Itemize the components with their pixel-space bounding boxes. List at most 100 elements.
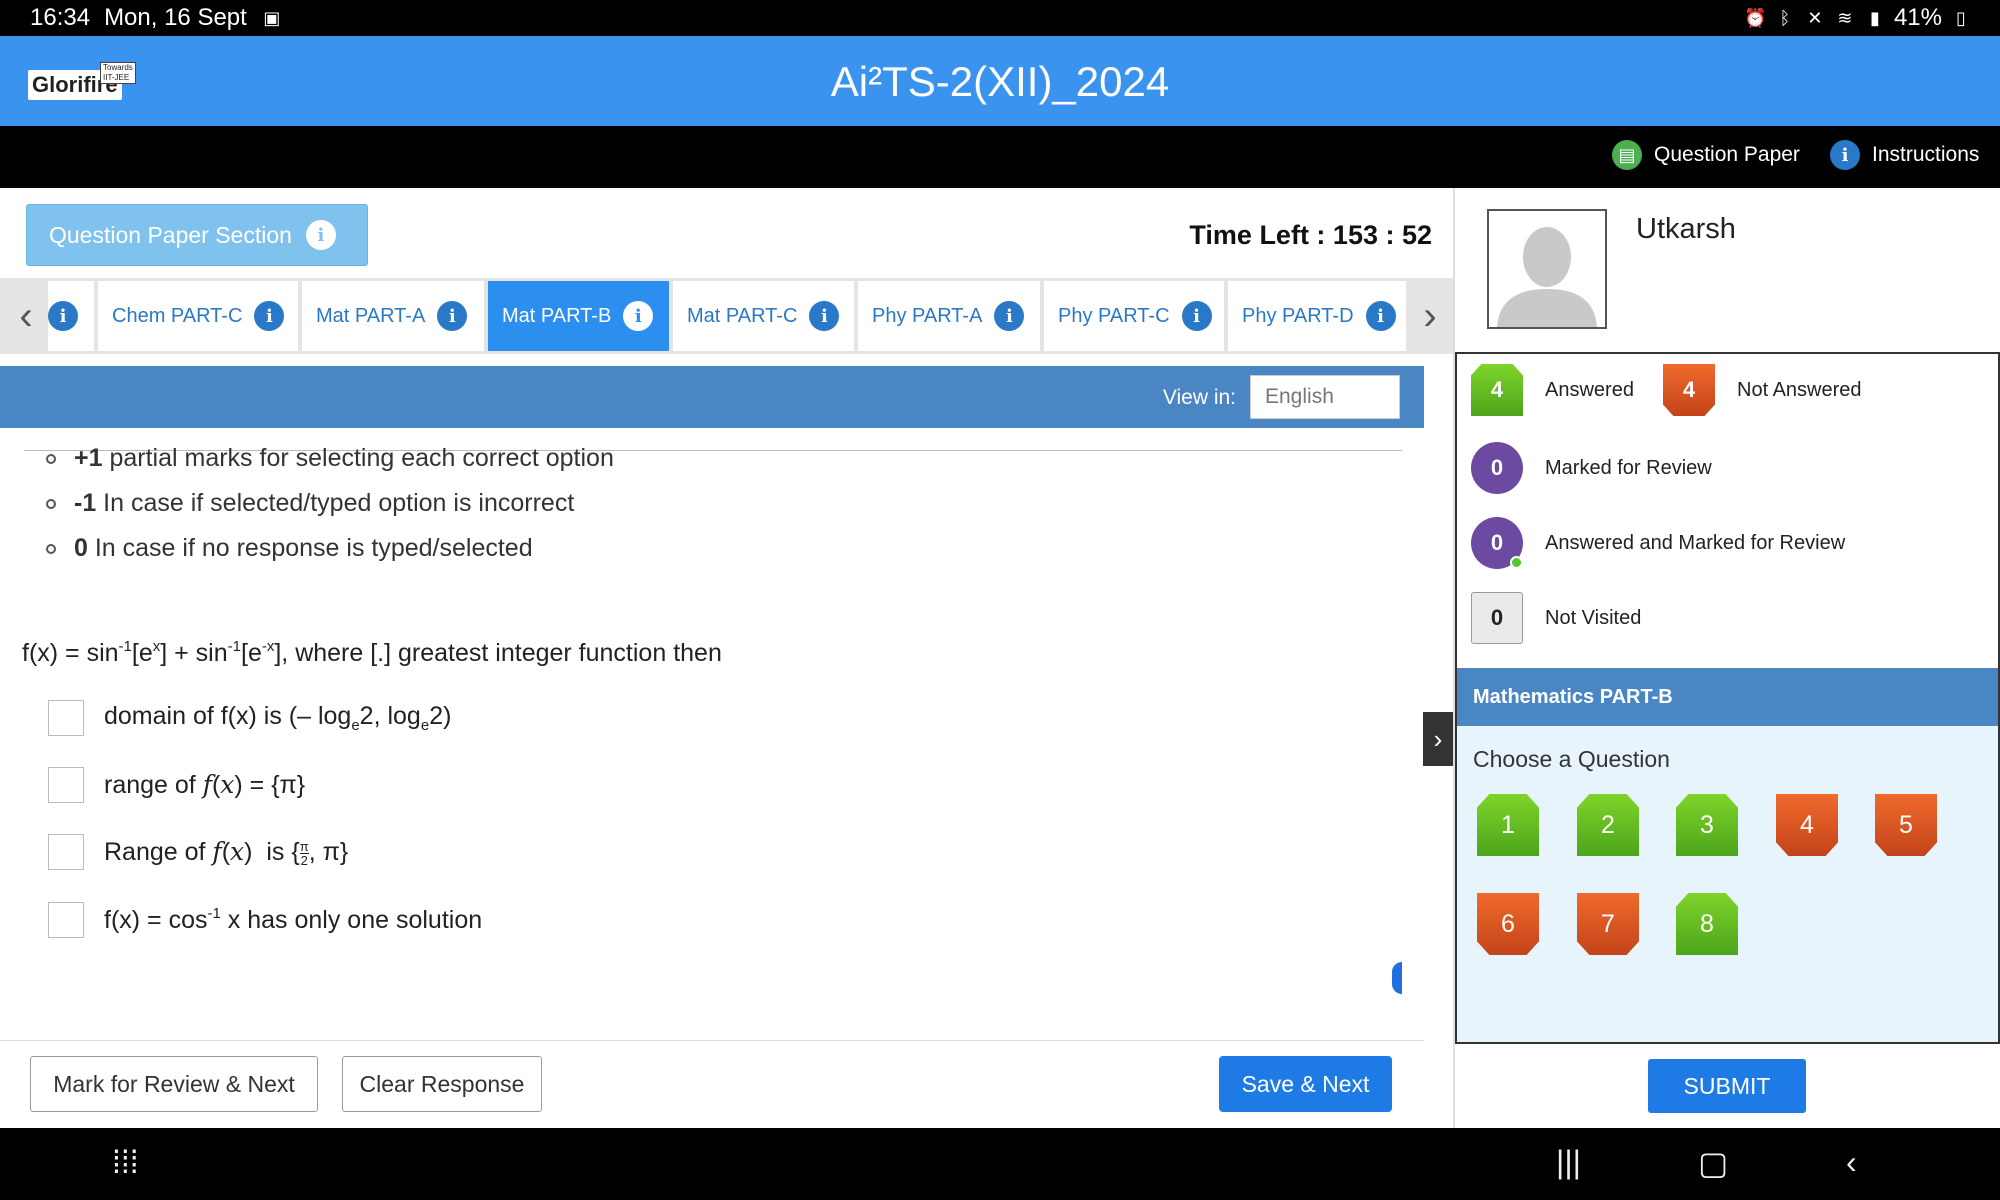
info-icon: i bbox=[305, 220, 336, 250]
legend-not-visited: 0 Not Visited bbox=[1471, 592, 1641, 644]
answered-marked-count: 0 bbox=[1490, 530, 1504, 555]
scroll-indicator[interactable] bbox=[1392, 962, 1402, 994]
question-button-5[interactable]: 5 bbox=[1875, 794, 1937, 856]
bullet-icon bbox=[46, 453, 56, 464]
tabs-next-button[interactable]: › bbox=[1408, 281, 1452, 351]
question-paper-section-button[interactable]: Question Paper Section i bbox=[26, 204, 368, 266]
tab-label: Phy PART-A bbox=[872, 304, 983, 327]
info-icon[interactable]: i bbox=[623, 301, 654, 331]
exam-title: Ai²TS-2(XII)_2024 bbox=[830, 58, 1170, 105]
mark-for-review-next-button[interactable]: Mark for Review & Next bbox=[30, 1056, 318, 1112]
tabs-prev-button[interactable]: ‹ bbox=[4, 281, 48, 351]
back-icon[interactable]: ‹ bbox=[1846, 1144, 1857, 1181]
choose-question-label: Choose a Question bbox=[1473, 746, 1670, 772]
marks-text: partial marks for selecting each correct… bbox=[102, 444, 614, 472]
question-button-1[interactable]: 1 bbox=[1477, 794, 1539, 856]
question-button-2[interactable]: 2 bbox=[1577, 794, 1639, 856]
chevron-right-icon: › bbox=[1423, 293, 1437, 338]
bullet-icon bbox=[46, 543, 56, 554]
document-icon: ▤ bbox=[1612, 140, 1642, 170]
not-answered-count: 4 bbox=[1663, 364, 1715, 416]
option-1: domain of f(x) is (– loge2, loge2) bbox=[48, 700, 451, 736]
mute-icon: ✕ bbox=[1807, 8, 1823, 28]
top-toolbar: ▤ Question Paper i Instructions bbox=[0, 126, 2000, 188]
tab-chem-part-c[interactable]: Chem PART-C i bbox=[98, 281, 298, 351]
section-tabs: ‹ i Chem PART-C i Mat PART-A i Mat PART-… bbox=[0, 278, 1454, 354]
instructions-label: Instructions bbox=[1872, 143, 1980, 166]
info-icon[interactable]: i bbox=[254, 301, 285, 331]
option-3: Range of f(x) is {π 2, π} bbox=[48, 834, 348, 870]
legend-label: Answered bbox=[1545, 378, 1634, 401]
tab-label: Phy PART-C bbox=[1058, 304, 1170, 327]
legend-not-answered: 4 Not Answered bbox=[1663, 364, 1862, 416]
legend-marked-for-review: 0 Marked for Review bbox=[1471, 442, 1712, 494]
option-checkbox[interactable] bbox=[48, 902, 84, 938]
option-checkbox[interactable] bbox=[48, 834, 84, 870]
not-visited-count: 0 bbox=[1471, 592, 1523, 644]
option-text: Range of f(x) is {π 2, π} bbox=[104, 837, 349, 868]
info-icon[interactable]: i bbox=[809, 301, 840, 331]
tab-phy-part-a[interactable]: Phy PART-A i bbox=[858, 281, 1040, 351]
bullet-icon bbox=[46, 498, 56, 509]
time-left: Time Left : 153 : 52 bbox=[1189, 220, 1432, 250]
answered-marked-badge: 0 bbox=[1471, 517, 1523, 569]
tab-mat-part-c[interactable]: Mat PART-C i bbox=[673, 281, 854, 351]
question-render: f(x) = sin-1[ex] + sin-1[e-x], where [.]… bbox=[22, 638, 722, 667]
status-legend: 4 Answered 4 Not Answered 0 Marked for R… bbox=[1455, 352, 2000, 670]
legend-label: Marked for Review bbox=[1545, 456, 1712, 479]
marking-scheme-item: 0 In case if no response is typed/select… bbox=[46, 534, 533, 563]
gallery-icon: ▣ bbox=[263, 8, 281, 28]
option-text: f(x) = cos-1 x has only one solution bbox=[104, 905, 483, 934]
tab-label: Phy PART-D bbox=[1242, 304, 1354, 327]
question-button-7[interactable]: 7 bbox=[1577, 893, 1639, 955]
question-palette: Mathematics PART-B Choose a Question 1 2… bbox=[1455, 668, 2000, 1044]
option-2: range of f(x) = {π} bbox=[48, 767, 305, 803]
marks-value: 0 bbox=[74, 534, 88, 562]
tab-label: Chem PART-C bbox=[112, 304, 243, 327]
marks-text: In case if no response is typed/selected bbox=[87, 534, 533, 562]
info-icon[interactable]: i bbox=[994, 301, 1025, 331]
instructions-link[interactable]: i Instructions bbox=[1830, 140, 1979, 170]
question-button-6[interactable]: 6 bbox=[1477, 893, 1539, 955]
tab-phy-part-c[interactable]: Phy PART-C i bbox=[1044, 281, 1224, 351]
app-grid-icon[interactable]: ⁞⁞⁞ bbox=[112, 1144, 139, 1181]
info-icon[interactable]: i bbox=[1365, 301, 1396, 331]
avatar bbox=[1487, 209, 1607, 329]
user-name: Utkarsh bbox=[1636, 213, 1736, 245]
legend-answered-marked: 0 Answered and Marked for Review bbox=[1471, 517, 1845, 569]
option-checkbox[interactable] bbox=[48, 767, 84, 803]
tab-label: Mat PART-C bbox=[687, 304, 798, 327]
save-next-button[interactable]: Save & Next bbox=[1219, 1056, 1392, 1112]
home-icon[interactable]: ▢ bbox=[1698, 1144, 1728, 1182]
question-button-3[interactable]: 3 bbox=[1676, 794, 1738, 856]
tab-mat-part-b[interactable]: Mat PART-B i bbox=[488, 281, 669, 351]
app-header: Glorifire Towards IIT-JEE Ai²TS-2(XII)_2… bbox=[0, 36, 2000, 126]
tab-previous-partial[interactable]: i bbox=[48, 281, 94, 351]
info-icon[interactable]: i bbox=[437, 301, 468, 331]
palette-section-title: Mathematics PART-B bbox=[1457, 668, 1998, 726]
wifi-icon: ≋ bbox=[1837, 8, 1853, 28]
view-in-label: View in: bbox=[1162, 386, 1236, 409]
info-icon[interactable]: i bbox=[1181, 301, 1212, 331]
signal-icon: ▮ bbox=[1870, 8, 1880, 28]
language-select[interactable]: English bbox=[1250, 375, 1400, 419]
option-text: range of f(x) = {π} bbox=[104, 770, 306, 799]
option-checkbox[interactable] bbox=[48, 700, 84, 736]
question-paper-link[interactable]: ▤ Question Paper bbox=[1612, 140, 1800, 170]
collapse-panel-button[interactable]: › bbox=[1423, 712, 1453, 766]
bluetooth-icon: ᛒ bbox=[1779, 8, 1791, 28]
recent-apps-icon[interactable]: ||| bbox=[1556, 1144, 1581, 1181]
question-button-4[interactable]: 4 bbox=[1776, 794, 1838, 856]
tab-mat-part-a[interactable]: Mat PART-A i bbox=[302, 281, 484, 351]
clear-response-button[interactable]: Clear Response bbox=[342, 1056, 542, 1112]
question-paper-label: Question Paper bbox=[1654, 143, 1800, 166]
status-date: Mon, 16 Sept bbox=[104, 4, 247, 31]
submit-button[interactable]: SUBMIT bbox=[1648, 1059, 1806, 1113]
tab-phy-part-d[interactable]: Phy PART-D i bbox=[1228, 281, 1406, 351]
legend-label: Not Answered bbox=[1737, 378, 1862, 401]
marking-scheme-item: -1 In case if selected/typed option is i… bbox=[46, 489, 574, 518]
status-bar: 16:34 Mon, 16 Sept ▣ ⏰ ᛒ ✕ ≋ ▮ 41% ▯ bbox=[0, 0, 2000, 36]
battery-icon: ▯ bbox=[1956, 8, 1966, 28]
question-button-8[interactable]: 8 bbox=[1676, 893, 1738, 955]
user-silhouette-icon bbox=[1489, 211, 1605, 327]
